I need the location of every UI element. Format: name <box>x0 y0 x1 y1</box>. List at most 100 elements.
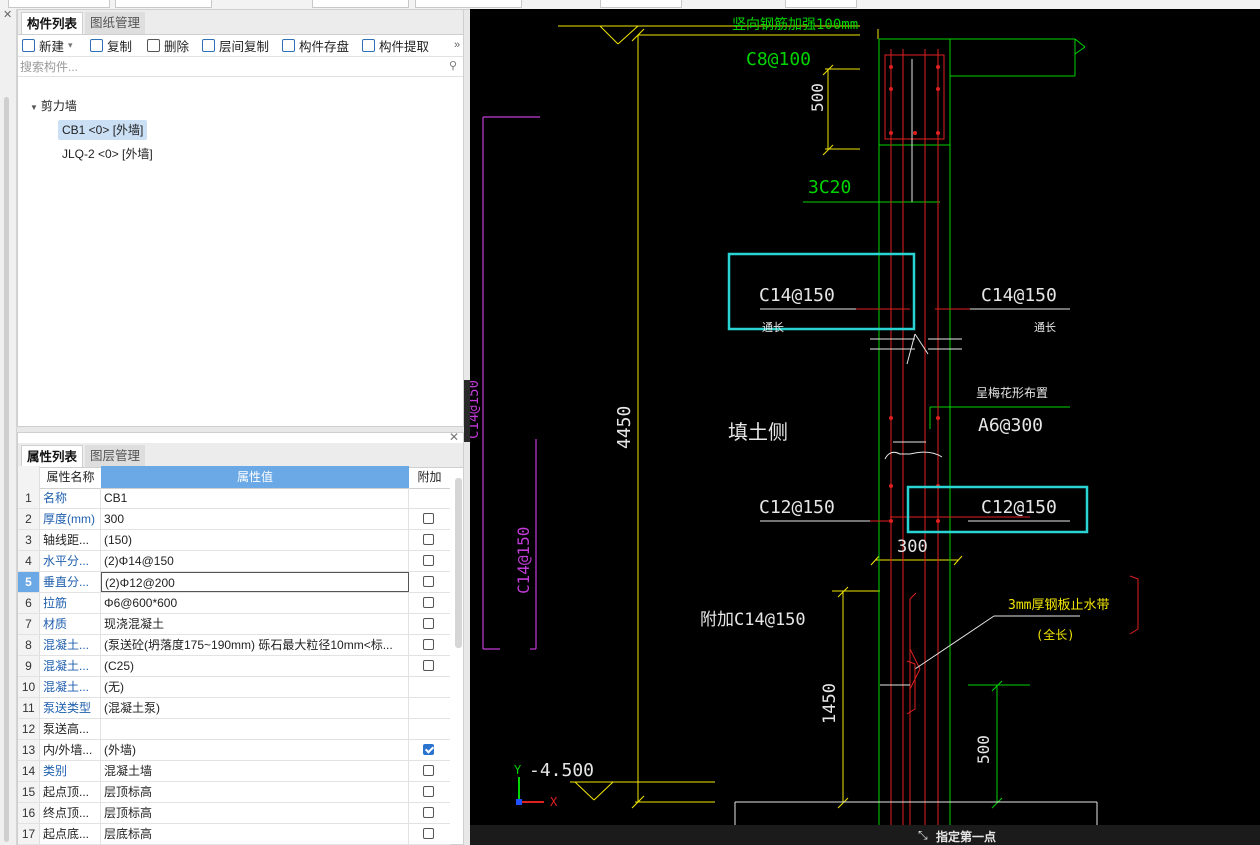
collapse-triangle-icon[interactable]: ▼ <box>30 103 38 112</box>
property-value[interactable]: CB1 <box>101 488 409 508</box>
extra-checkbox[interactable] <box>423 660 434 671</box>
property-row[interactable]: 1 名称 CB1 <box>18 488 450 509</box>
property-value[interactable]: 混凝土墙 <box>101 761 409 781</box>
label-tongchang-2: 通长 <box>1034 321 1056 334</box>
tab-layer-management[interactable]: 图层管理 <box>85 445 146 467</box>
tree-category-shear-wall[interactable]: ▼ 剪力墙 <box>30 96 77 116</box>
option-selector[interactable] <box>600 0 682 8</box>
label-dim500b: 500 <box>974 735 993 764</box>
property-value[interactable]: (150) <box>101 530 409 550</box>
tree-item-jlq2[interactable]: JLQ-2 <0> [外墙] <box>62 144 153 164</box>
delete-button[interactable]: 删除 <box>147 34 189 56</box>
property-row[interactable]: 8 混凝土... (泵送砼(坍落度175~190mm) 砾石最大粒径10mm<标..… <box>18 635 450 656</box>
property-value[interactable]: 层顶标高 <box>101 803 409 823</box>
gutter-scrollbar[interactable] <box>4 97 9 842</box>
cad-drawing-canvas[interactable]: 竖向钢筋加强100mm C8@100 500 3C20 C14@150 通长 C… <box>470 9 1260 845</box>
label-fill-side: 填土侧 <box>728 420 788 444</box>
floor-copy-button[interactable]: 层间复制 <box>202 34 269 56</box>
property-name: 内/外墙... <box>40 740 101 760</box>
more-tools-button[interactable]: » <box>454 34 460 56</box>
component-selector[interactable] <box>415 0 522 8</box>
property-row[interactable]: 4 水平分... (2)Φ14@150 <box>18 551 450 572</box>
category-selector[interactable] <box>115 0 212 8</box>
property-value[interactable]: 层底标高 <box>101 824 409 844</box>
tab-drawing-management[interactable]: 图纸管理 <box>85 12 146 34</box>
property-value[interactable]: 300 <box>101 509 409 529</box>
label-dim300: 300 <box>897 537 928 557</box>
row-number: 2 <box>18 509 40 529</box>
property-row[interactable]: 13 内/外墙... (外墙) <box>18 740 450 761</box>
property-value[interactable]: (C25) <box>101 656 409 676</box>
extra-checkbox[interactable] <box>423 765 434 776</box>
label-c14-vertical: C14@150 <box>514 527 533 594</box>
extra-checkbox[interactable] <box>423 597 434 608</box>
label-top-note: 竖向钢筋加强100mm <box>732 16 858 33</box>
property-row[interactable]: 6 拉筋 Φ6@600*600 <box>18 593 450 614</box>
new-button[interactable]: 新建 ▾ <box>22 34 73 56</box>
property-row[interactable]: 15 起点顶... 层顶标高 <box>18 782 450 803</box>
property-value[interactable]: (2)Φ14@150 <box>101 551 409 571</box>
property-row[interactable]: 5 垂直分... (2)Φ12@200 <box>18 572 450 593</box>
property-value[interactable]: (泵送砼(坍落度175~190mm) 砾石最大粒径10mm<标... <box>101 635 409 655</box>
tab-component-list[interactable]: 构件列表 <box>21 12 84 34</box>
property-row[interactable]: 10 混凝土... (无) <box>18 677 450 698</box>
extra-cell <box>409 740 450 760</box>
extra-checkbox[interactable] <box>423 618 434 629</box>
copy-icon <box>90 38 103 52</box>
property-row[interactable]: 16 终点顶... 层顶标高 <box>18 803 450 824</box>
property-name: 泵送高... <box>40 719 101 739</box>
search-icon[interactable]: ⚲ <box>449 59 457 72</box>
crosshair-icon: ⤡ <box>918 828 928 842</box>
layer-selector[interactable] <box>312 0 409 8</box>
extract-component-button[interactable]: 构件提取 <box>362 34 429 56</box>
property-row[interactable]: 17 起点底... 层底标高 <box>18 824 450 845</box>
copy-button[interactable]: 复制 <box>90 34 132 56</box>
property-value[interactable]: 层顶标高 <box>101 782 409 802</box>
property-value[interactable]: Φ6@600*600 <box>101 593 409 613</box>
extra-checkbox[interactable] <box>423 744 434 755</box>
close-icon[interactable]: ✕ <box>3 8 12 21</box>
property-row[interactable]: 14 类别 混凝土墙 <box>18 761 450 782</box>
extra-checkbox[interactable] <box>423 828 434 839</box>
property-row[interactable]: 3 轴线距... (150) <box>18 530 450 551</box>
extra-checkbox[interactable] <box>423 807 434 818</box>
property-scrollbar[interactable] <box>455 478 462 648</box>
extra-checkbox[interactable] <box>423 555 434 566</box>
extra-checkbox[interactable] <box>423 576 434 587</box>
label-waterstop: 3mm厚钢板止水带 <box>1008 598 1109 613</box>
component-search-input[interactable] <box>18 57 422 76</box>
extra-checkbox[interactable] <box>423 786 434 797</box>
save-component-button[interactable]: 构件存盘 <box>282 34 349 56</box>
property-value[interactable]: (外墙) <box>101 740 409 760</box>
property-row[interactable]: 2 厚度(mm) 300 <box>18 509 450 530</box>
status-prompt: 指定第一点 <box>936 830 997 844</box>
property-row[interactable]: 7 材质 现浇混凝土 <box>18 614 450 635</box>
property-row[interactable]: 9 混凝土... (C25) <box>18 656 450 677</box>
extra-checkbox[interactable] <box>423 639 434 650</box>
tab-property-list[interactable]: 属性列表 <box>21 445 84 467</box>
command-status-bar: ⤡ 指定第一点 <box>470 825 1260 845</box>
property-table-header: 属性名称 属性值 附加 <box>18 466 450 489</box>
row-number: 9 <box>18 656 40 676</box>
row-number: 7 <box>18 614 40 634</box>
property-value[interactable] <box>101 719 409 739</box>
property-value[interactable]: 现浇混凝土 <box>101 614 409 634</box>
property-value[interactable]: (混凝土泵) <box>101 698 409 718</box>
option-selector-2[interactable] <box>785 0 857 8</box>
row-number: 17 <box>18 824 40 844</box>
label-elevation: -4.500 <box>529 760 594 781</box>
tree-item-cb1[interactable]: CB1 <0> [外墙] <box>58 120 148 140</box>
property-row[interactable]: 12 泵送高... <box>18 719 450 740</box>
floor-selector[interactable] <box>8 0 110 8</box>
property-value[interactable]: (2)Φ12@200 <box>101 572 409 592</box>
extra-checkbox[interactable] <box>423 513 434 524</box>
close-icon[interactable]: ✕ <box>449 430 459 444</box>
label-c14-left: C14@150 <box>759 285 835 306</box>
extra-cell <box>409 572 450 592</box>
label-c12-right: C12@150 <box>981 497 1057 518</box>
property-value[interactable]: (无) <box>101 677 409 697</box>
property-row[interactable]: 11 泵送类型 (混凝土泵) <box>18 698 450 719</box>
extra-checkbox[interactable] <box>423 534 434 545</box>
property-name: 泵送类型 <box>40 698 101 718</box>
left-gutter: ✕ <box>0 9 17 845</box>
